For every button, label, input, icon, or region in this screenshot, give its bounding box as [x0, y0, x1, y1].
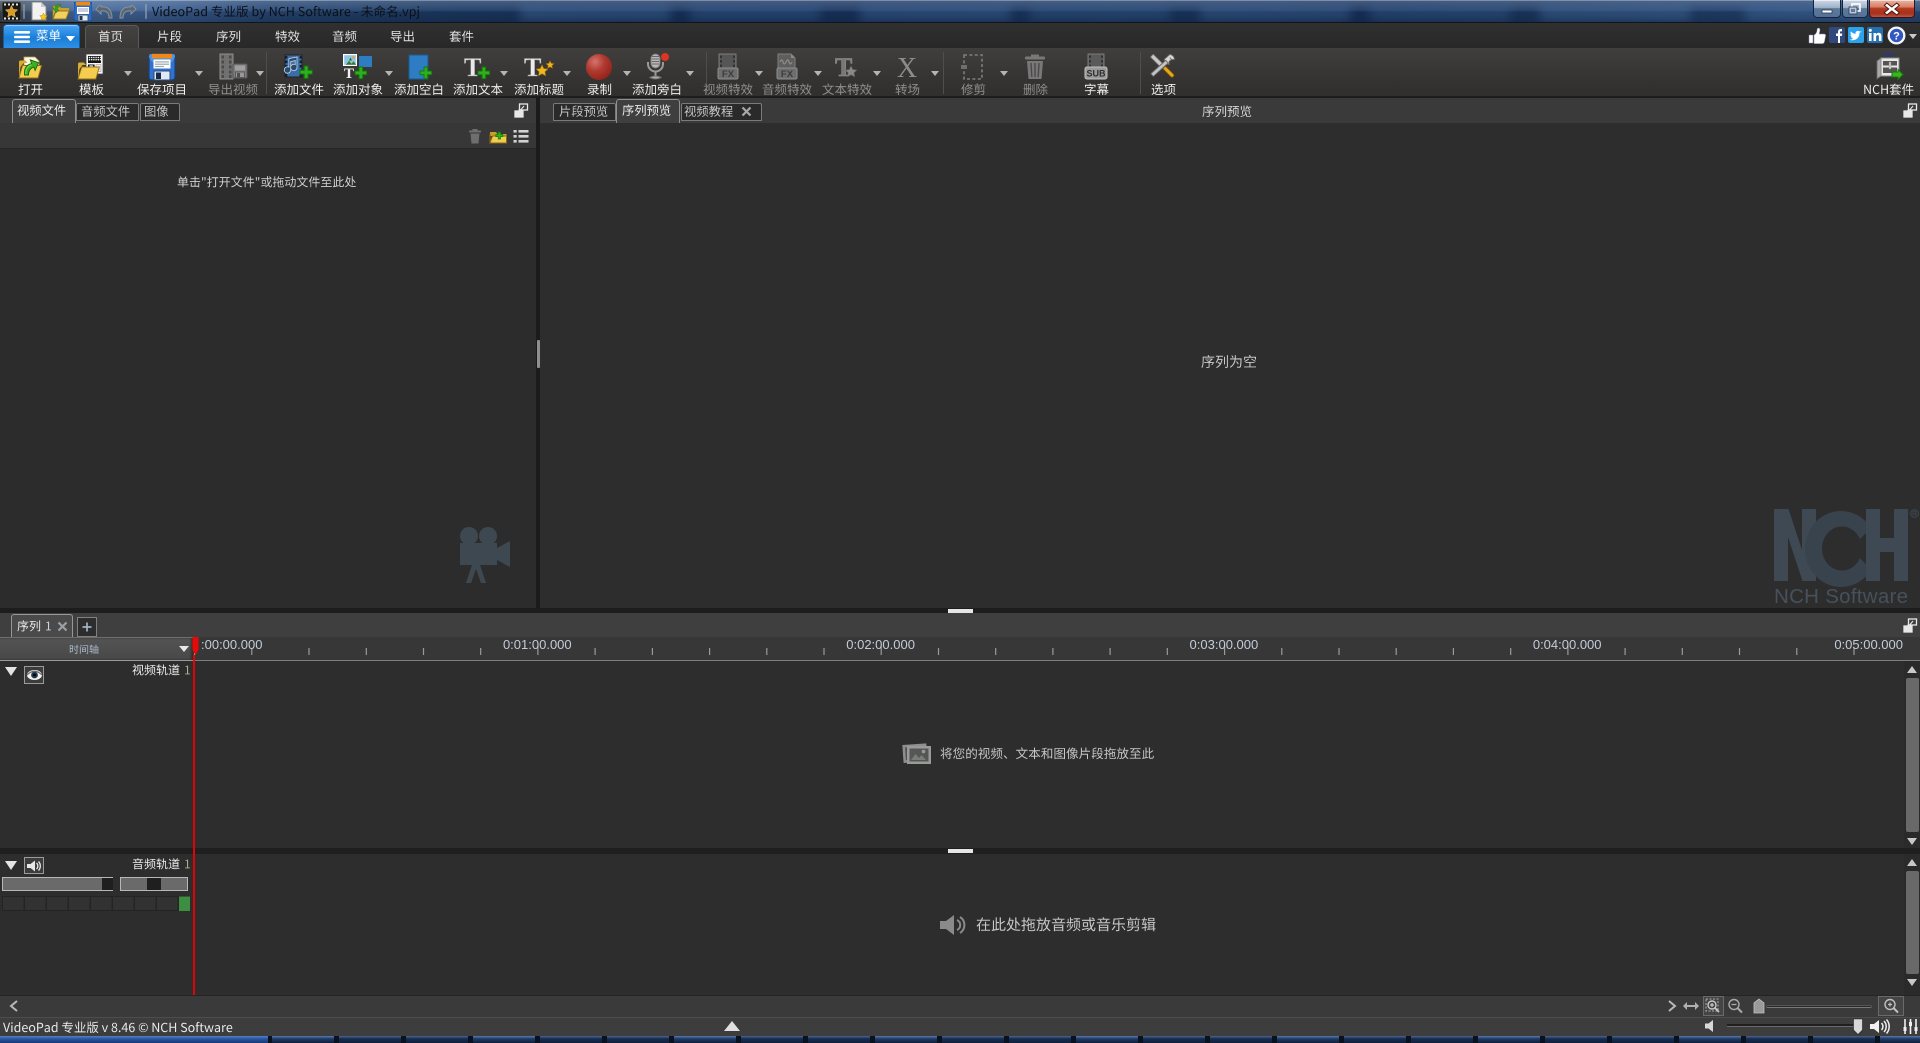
svg-text:T: T	[464, 53, 481, 81]
svg-text:X: X	[897, 53, 917, 81]
svg-text:T: T	[524, 53, 541, 81]
svg-text:T: T	[835, 53, 852, 81]
svg-text:SUB: SUB	[1086, 69, 1106, 79]
svg-text:?: ?	[1893, 30, 1900, 42]
svg-text:NCH Software: NCH Software	[1774, 585, 1908, 605]
